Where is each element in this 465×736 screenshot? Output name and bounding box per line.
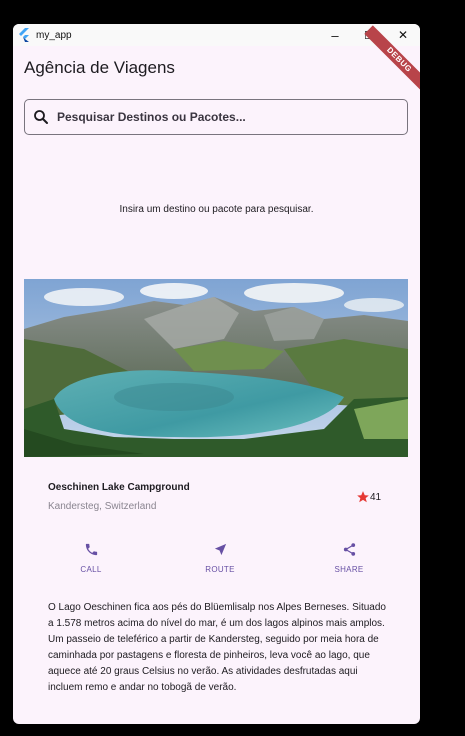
route-label: ROUTE xyxy=(205,565,235,574)
rating-count: 41 xyxy=(370,491,382,503)
call-label: CALL xyxy=(80,565,102,574)
page-title: Agência de Viagens xyxy=(24,58,175,77)
search-icon xyxy=(33,109,49,125)
share-icon xyxy=(342,540,357,558)
star-icon[interactable] xyxy=(356,490,370,504)
search-input[interactable]: Pesquisar Destinos ou Pacotes... xyxy=(24,99,408,135)
lake-photo xyxy=(24,279,408,457)
rating: 41 xyxy=(356,490,381,504)
app-window: my_app – ☐ ✕ DEBUG Agência de Viagens Pe… xyxy=(13,24,420,724)
route-button[interactable]: ROUTE xyxy=(190,540,250,574)
title-bar: my_app – ☐ ✕ xyxy=(13,24,420,46)
share-label: SHARE xyxy=(334,565,364,574)
phone-icon xyxy=(84,540,99,558)
minimize-button[interactable]: – xyxy=(318,24,352,46)
place-name: Oeschinen Lake Campground xyxy=(48,482,190,493)
navigation-icon xyxy=(213,540,228,558)
place-description: O Lago Oeschinen fica aos pés do Blüemli… xyxy=(48,602,386,693)
window-title: my_app xyxy=(36,29,72,41)
action-buttons: CALL ROUTE SHARE xyxy=(61,540,379,574)
share-button[interactable]: SHARE xyxy=(319,540,379,574)
flutter-logo-icon xyxy=(18,28,32,42)
place-info: Oeschinen Lake Campground Kandersteg, Sw… xyxy=(48,482,388,512)
search-placeholder: Pesquisar Destinos ou Pacotes... xyxy=(57,110,246,124)
call-button[interactable]: CALL xyxy=(61,540,121,574)
empty-state-message: Insira um destino ou pacote para pesquis… xyxy=(119,204,314,215)
place-location: Kandersteg, Switzerland xyxy=(48,501,157,512)
